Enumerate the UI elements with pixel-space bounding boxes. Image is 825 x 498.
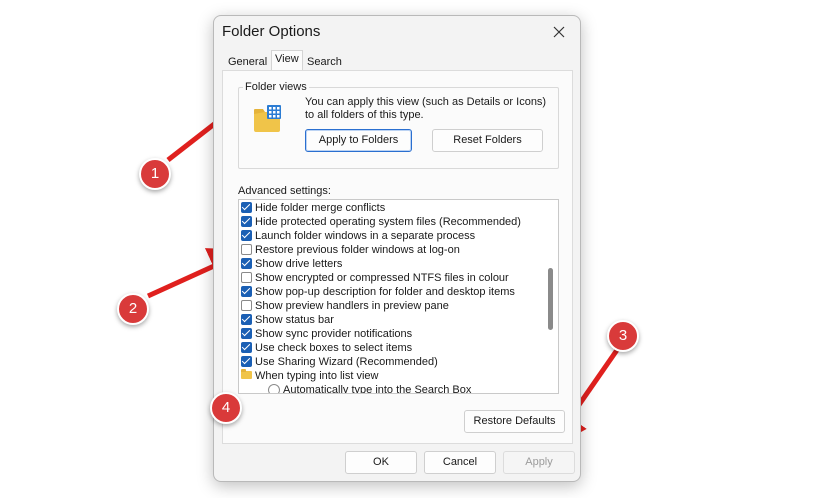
folder-icon xyxy=(241,369,252,379)
advanced-settings-list[interactable]: Hide folder merge conflicts Hide protect… xyxy=(238,199,559,394)
folder-options-dialog: Folder Options General View Search Folde… xyxy=(213,15,581,482)
list-item[interactable]: Show status bar xyxy=(241,313,334,327)
list-item[interactable]: Hide protected operating system files (R… xyxy=(241,215,521,229)
folder-views-description: You can apply this view (such as Details… xyxy=(305,96,547,121)
radio-icon[interactable] xyxy=(268,384,280,393)
folder-views-icon xyxy=(253,104,283,134)
annotation-badge-3: 3 xyxy=(607,320,639,352)
list-item[interactable]: Hide folder merge conflicts xyxy=(241,201,385,215)
folder-views-label: Folder views xyxy=(243,81,309,93)
scrollbar-thumb[interactable] xyxy=(548,268,553,330)
checkbox-checked-icon[interactable] xyxy=(241,314,252,325)
annotation-badge-4: 4 xyxy=(210,392,242,424)
list-item[interactable]: Show pop-up description for folder and d… xyxy=(241,285,515,299)
checkbox-checked-icon[interactable] xyxy=(241,328,252,339)
list-item[interactable]: Restore previous folder windows at log-o… xyxy=(241,243,460,257)
apply-to-folders-button[interactable]: Apply to Folders xyxy=(305,129,412,152)
reset-folders-button[interactable]: Reset Folders xyxy=(432,129,543,152)
advanced-settings-label: Advanced settings: xyxy=(238,185,331,197)
close-icon[interactable] xyxy=(548,21,570,43)
checkbox-checked-icon[interactable] xyxy=(241,342,252,353)
restore-defaults-button[interactable]: Restore Defaults xyxy=(464,410,565,433)
list-item: When typing into list view xyxy=(241,369,379,383)
checkbox-checked-icon[interactable] xyxy=(241,202,252,213)
ok-button[interactable]: OK xyxy=(345,451,417,474)
checkbox-unchecked-icon[interactable] xyxy=(241,300,252,311)
checkbox-checked-icon[interactable] xyxy=(241,258,252,269)
list-item[interactable]: Show drive letters xyxy=(241,257,342,271)
list-item[interactable]: Launch folder windows in a separate proc… xyxy=(241,229,475,243)
view-tab-panel: Folder views You can apply this view (su… xyxy=(222,70,573,444)
tab-search[interactable]: Search xyxy=(303,53,346,71)
list-item[interactable]: Show sync provider notifications xyxy=(241,327,412,341)
tab-general[interactable]: General xyxy=(224,53,271,71)
checkbox-unchecked-icon[interactable] xyxy=(241,244,252,255)
list-item[interactable]: Use check boxes to select items xyxy=(241,341,412,355)
list-item[interactable]: Use Sharing Wizard (Recommended) xyxy=(241,355,438,369)
apply-button[interactable]: Apply xyxy=(503,451,575,474)
dialog-title: Folder Options xyxy=(222,23,321,40)
checkbox-checked-icon[interactable] xyxy=(241,230,252,241)
checkbox-unchecked-icon[interactable] xyxy=(241,272,252,283)
list-item[interactable]: Show encrypted or compressed NTFS files … xyxy=(241,271,509,285)
annotation-badge-2: 2 xyxy=(117,293,149,325)
checkbox-checked-icon[interactable] xyxy=(241,286,252,297)
tab-view[interactable]: View xyxy=(271,50,303,70)
checkbox-checked-icon[interactable] xyxy=(241,216,252,227)
folder-views-group: Folder views You can apply this view (su… xyxy=(238,81,559,169)
list-item[interactable]: Automatically type into the Search Box xyxy=(268,383,471,393)
cancel-button[interactable]: Cancel xyxy=(424,451,496,474)
annotation-badge-1: 1 xyxy=(139,158,171,190)
checkbox-checked-icon[interactable] xyxy=(241,356,252,367)
list-item[interactable]: Show preview handlers in preview pane xyxy=(241,299,449,313)
